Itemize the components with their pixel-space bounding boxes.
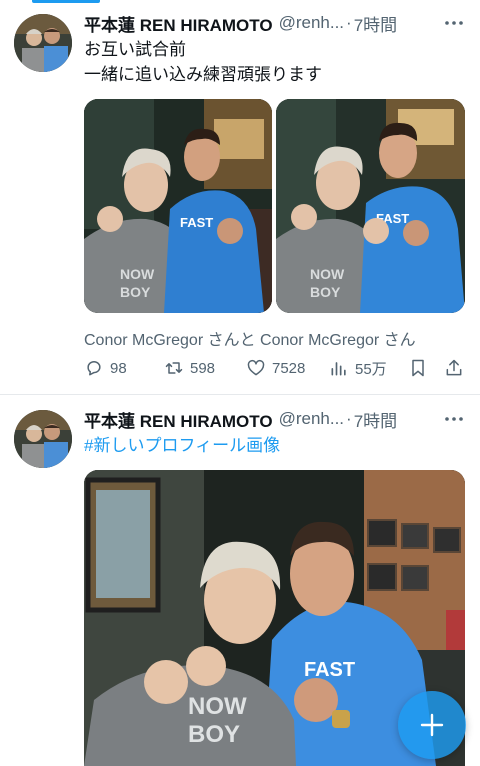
more-icon[interactable] <box>444 11 464 35</box>
author-handle[interactable]: @renh... <box>279 13 344 33</box>
bookmark-icon <box>412 359 424 377</box>
tweet-actions: 98 598 7528 55万 <box>84 355 468 381</box>
retweet-count: 598 <box>190 359 216 377</box>
tweet-time[interactable]: 7時間 <box>354 407 397 431</box>
share-icon <box>446 359 462 376</box>
avatar[interactable] <box>14 410 72 468</box>
views-button[interactable]: 55万 <box>329 355 387 381</box>
compose-button[interactable] <box>398 691 466 759</box>
tweet-text-line: お互い試合前 <box>84 40 186 59</box>
reply-count: 98 <box>110 359 127 377</box>
svg-text:FAST: FAST <box>304 659 355 681</box>
avatar[interactable] <box>14 14 72 72</box>
author-name[interactable]: 平本蓮 REN HIRAMOTO <box>84 11 273 35</box>
views-count: 55万 <box>355 360 387 378</box>
tweet-text: お互い試合前 一緒に追い込み練習頑張ります <box>84 37 322 87</box>
tweet-time[interactable]: 7時間 <box>354 11 397 35</box>
svg-text:NOW: NOW <box>188 693 247 720</box>
svg-text:BOY: BOY <box>120 284 151 300</box>
views-icon <box>331 362 346 376</box>
tweet-text: #新しいプロフィール画像 <box>84 433 280 458</box>
hashtag-link[interactable]: #新しいプロフィール画像 <box>84 436 280 455</box>
retweet-icon <box>165 362 183 374</box>
svg-text:BOY: BOY <box>188 721 240 748</box>
author-handle[interactable]: @renh... <box>279 409 344 429</box>
separator-dot: · <box>346 13 352 32</box>
author-name[interactable]: 平本蓮 REN HIRAMOTO <box>84 407 273 431</box>
reply-icon <box>87 361 101 376</box>
svg-text:BOY: BOY <box>310 284 341 300</box>
reply-button[interactable]: 98 <box>84 355 127 381</box>
tagged-people[interactable]: Conor McGregor さんと Conor McGregor さん <box>84 326 416 350</box>
tweet-1[interactable]: 平本蓮 REN HIRAMOTO @renh... · 7時間 お互い試合前 一… <box>0 0 480 396</box>
tweet-divider <box>0 394 480 395</box>
tweet-text-line: 一緒に追い込み練習頑張ります <box>84 65 322 84</box>
separator-dot: · <box>346 409 352 428</box>
tweet-photo[interactable]: NOW BOY FAST <box>276 99 465 313</box>
like-button[interactable]: 7528 <box>246 355 305 381</box>
retweet-button[interactable]: 598 <box>164 355 215 381</box>
like-count: 7528 <box>272 359 306 377</box>
svg-text:NOW: NOW <box>120 266 155 282</box>
tweet-photo[interactable]: NOW BOY FAST <box>84 99 272 313</box>
share-button[interactable] <box>444 355 470 381</box>
bookmark-button[interactable] <box>408 355 434 381</box>
like-icon <box>247 359 265 376</box>
compose-plus-icon <box>420 713 444 737</box>
svg-text:FAST: FAST <box>180 215 213 230</box>
svg-text:NOW: NOW <box>310 266 345 282</box>
more-icon[interactable] <box>444 407 464 431</box>
